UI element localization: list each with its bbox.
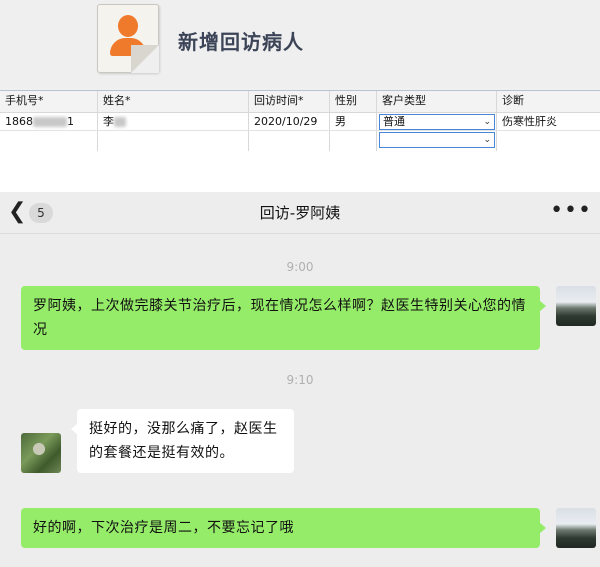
message-bubble-sent[interactable]: 好的啊，下次治疗是周二，不要忘记了哦 <box>21 508 546 548</box>
customer-type-cell[interactable]: ⌄ <box>377 131 497 151</box>
phone-prefix: 1868 <box>5 115 33 128</box>
my-avatar[interactable] <box>556 286 596 326</box>
phone-cell[interactable]: 1868 1 <box>0 113 98 130</box>
column-header-name[interactable]: 姓名* <box>98 91 249 112</box>
column-header-gender[interactable]: 性别 <box>330 91 377 112</box>
phone-suffix: 1 <box>67 115 74 128</box>
contact-avatar[interactable] <box>21 433 61 473</box>
chat-window: ❮ 5 回访-罗阿姨 ••• 9:00 罗阿姨，上次做完膝关节治疗后，现在情况怎… <box>0 192 600 567</box>
form-title: 新增回访病人 <box>178 30 304 54</box>
redacted-blur <box>33 117 67 127</box>
message-timestamp: 9:00 <box>286 260 314 274</box>
chevron-down-icon[interactable]: ⌄ <box>483 133 491 147</box>
grid-header-row: 手机号* 姓名* 回访时间* 性别 客户类型 诊断 <box>0 91 600 113</box>
customer-type-cell[interactable]: 普通 ⌄ <box>377 113 497 130</box>
form-header: 新增回访病人 <box>0 0 600 88</box>
column-header-phone[interactable]: 手机号* <box>0 91 98 112</box>
patient-card-icon <box>97 4 159 73</box>
more-dots-icon[interactable]: ••• <box>550 200 592 222</box>
customer-type-select[interactable]: 普通 ⌄ <box>379 114 495 130</box>
chat-title: 回访-罗阿姨 <box>259 204 341 222</box>
message-timestamp: 9:10 <box>286 373 314 387</box>
patient-form-panel: 新增回访病人 手机号* 姓名* 回访时间* 性别 客户类型 诊断 1868 1 李… <box>0 0 600 190</box>
chevron-down-icon[interactable]: ⌄ <box>483 115 491 129</box>
patient-grid: 手机号* 姓名* 回访时间* 性别 客户类型 诊断 1868 1 李 2020/1… <box>0 90 600 190</box>
customer-type-value: 普通 <box>383 115 405 128</box>
column-header-diagnosis[interactable]: 诊断 <box>497 91 600 112</box>
column-header-customer-type[interactable]: 客户类型 <box>377 91 497 112</box>
chat-header: ❮ 5 回访-罗阿姨 ••• <box>0 192 600 234</box>
my-avatar[interactable] <box>556 508 596 548</box>
visit-time-cell[interactable]: 2020/10/29 <box>249 113 330 130</box>
diagnosis-cell[interactable]: 伤寒性肝炎 <box>497 113 600 130</box>
person-head-shape <box>118 15 138 37</box>
message-bubble-sent[interactable]: 罗阿姨，上次做完膝关节治疗后，现在情况怎么样啊？赵医生特别关心您的情况 <box>21 286 546 350</box>
diagnosis-cell[interactable] <box>497 131 600 151</box>
gender-cell[interactable] <box>330 131 377 151</box>
customer-type-select[interactable]: ⌄ <box>379 132 495 148</box>
gender-cell[interactable]: 男 <box>330 113 377 130</box>
name-prefix: 李 <box>103 115 114 128</box>
visit-time-cell[interactable] <box>249 131 330 151</box>
message-bubble-received[interactable]: 挺好的，没那么痛了，赵医生的套餐还是挺有效的。 <box>71 409 294 473</box>
table-row: ⌄ <box>0 131 600 151</box>
name-cell[interactable]: 李 <box>98 113 249 130</box>
column-header-visit-time[interactable]: 回访时间* <box>249 91 330 112</box>
name-cell[interactable] <box>98 131 249 151</box>
redacted-blur <box>114 117 126 127</box>
page-fold-shape <box>131 45 159 73</box>
table-row: 1868 1 李 2020/10/29 男 普通 ⌄ 伤寒性肝炎 <box>0 113 600 131</box>
phone-cell[interactable] <box>0 131 98 151</box>
